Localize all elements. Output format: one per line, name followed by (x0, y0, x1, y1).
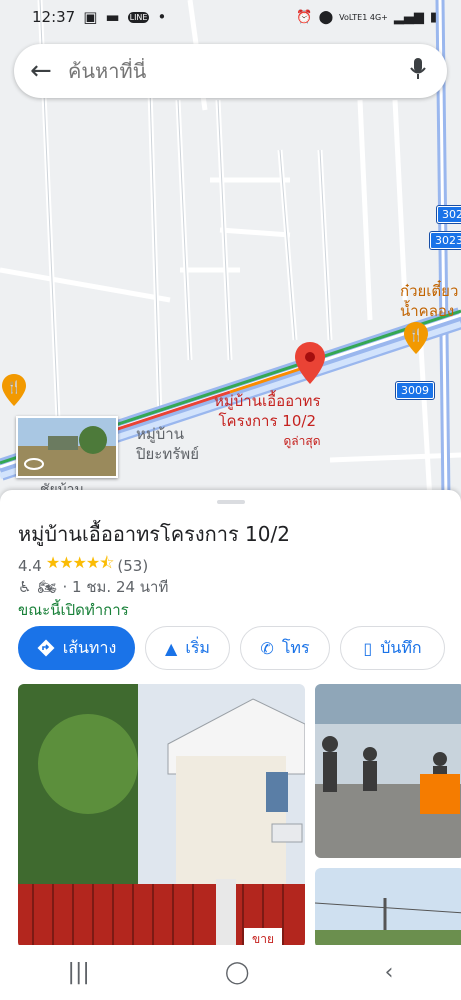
alarm-icon: ⏰ (296, 9, 313, 25)
restaurant-pin-icon[interactable]: 🍴 (404, 322, 428, 354)
save-button[interactable]: ▯ บันทึก (340, 626, 445, 670)
android-nav-bar: ||| ◯ ‹ (0, 945, 461, 1000)
battery-icon: ▮ (429, 9, 437, 25)
mic-icon[interactable] (405, 57, 431, 85)
clock: 12:37 (32, 8, 76, 26)
place-sheet[interactable]: หมู่บ้านเอื้ออาทรโครงการ 10/2 4.4 ★★★★⯪ … (0, 490, 461, 960)
route-shield: 3023 (437, 206, 461, 223)
bookmark-icon: ▯ (363, 638, 373, 658)
selected-place-pin-icon[interactable] (295, 342, 325, 384)
search-bar[interactable]: ← (14, 44, 447, 98)
navigation-arrow-icon: ▲ (165, 638, 178, 658)
drag-handle[interactable] (217, 500, 245, 504)
location-icon: ⬤ (318, 9, 334, 25)
photo-house[interactable]: ขาย (18, 684, 305, 948)
wheelchair-icon: ♿ (18, 578, 32, 596)
search-input[interactable] (66, 58, 405, 84)
dot-icon: • (157, 8, 167, 26)
gallery-icon: ▣ (83, 8, 98, 26)
village-label: หมู่บ้าน ปิยะทรัพย์ (136, 425, 199, 463)
network-label: VoLTE1 4G+ (339, 12, 388, 22)
line-app-icon: LINE (127, 11, 150, 23)
route-shield: 3023 (430, 232, 461, 249)
place-title: หมู่บ้านเอื้ออาทรโครงการ 10/2 (18, 522, 290, 546)
photo-crowd[interactable] (315, 684, 461, 858)
back-arrow-icon[interactable]: ← (30, 56, 66, 86)
message-icon: ▬ (105, 8, 120, 26)
motorcycle-icon: 🏍 (37, 578, 57, 596)
rating-value: 4.4 (18, 556, 42, 575)
start-button[interactable]: ▲ เริ่ม (145, 626, 230, 670)
travel-time: · 1 ชม. 24 นาที (62, 578, 169, 596)
phone-icon: ✆ (260, 638, 274, 658)
open-status: ขณะนี้เปิดทำการ (18, 601, 129, 619)
recent-apps-icon[interactable]: ||| (68, 960, 90, 985)
call-button[interactable]: ✆ โทร (240, 626, 330, 670)
photo-street[interactable] (315, 868, 461, 948)
street-view-thumbnail[interactable] (16, 416, 118, 478)
status-bar: 12:37 ▣ ▬ LINE • ⏰ ⬤ VoLTE1 4G+ ▂▄▆ ▮ (0, 0, 461, 34)
back-icon[interactable]: ‹ (385, 960, 394, 985)
sale-sign: ขาย (252, 932, 274, 946)
review-count: (53) (117, 556, 149, 575)
directions-icon (37, 639, 55, 657)
svg-text:🍴: 🍴 (7, 380, 22, 394)
home-icon[interactable]: ◯ (225, 960, 250, 985)
signal-icon: ▂▄▆ (393, 9, 424, 25)
restaurant-pin-icon[interactable]: 🍴 (2, 374, 26, 408)
directions-button[interactable]: เส้นทาง (18, 626, 135, 670)
pin-label: หมู่บ้านเอื้ออาทร โครงการ 10/2 ดูล่าสุด (214, 392, 321, 448)
map-view[interactable]: 12:37 ▣ ▬ LINE • ⏰ ⬤ VoLTE1 4G+ ▂▄▆ ▮ ← … (0, 0, 461, 500)
svg-text:🍴: 🍴 (409, 328, 424, 342)
travel-row: ♿ 🏍 · 1 ชม. 24 นาที (18, 575, 168, 599)
route-shield: 3009 (396, 382, 434, 399)
restaurant-label[interactable]: ก๋วยเตี๋ยว น้ำคลอง (400, 281, 458, 321)
